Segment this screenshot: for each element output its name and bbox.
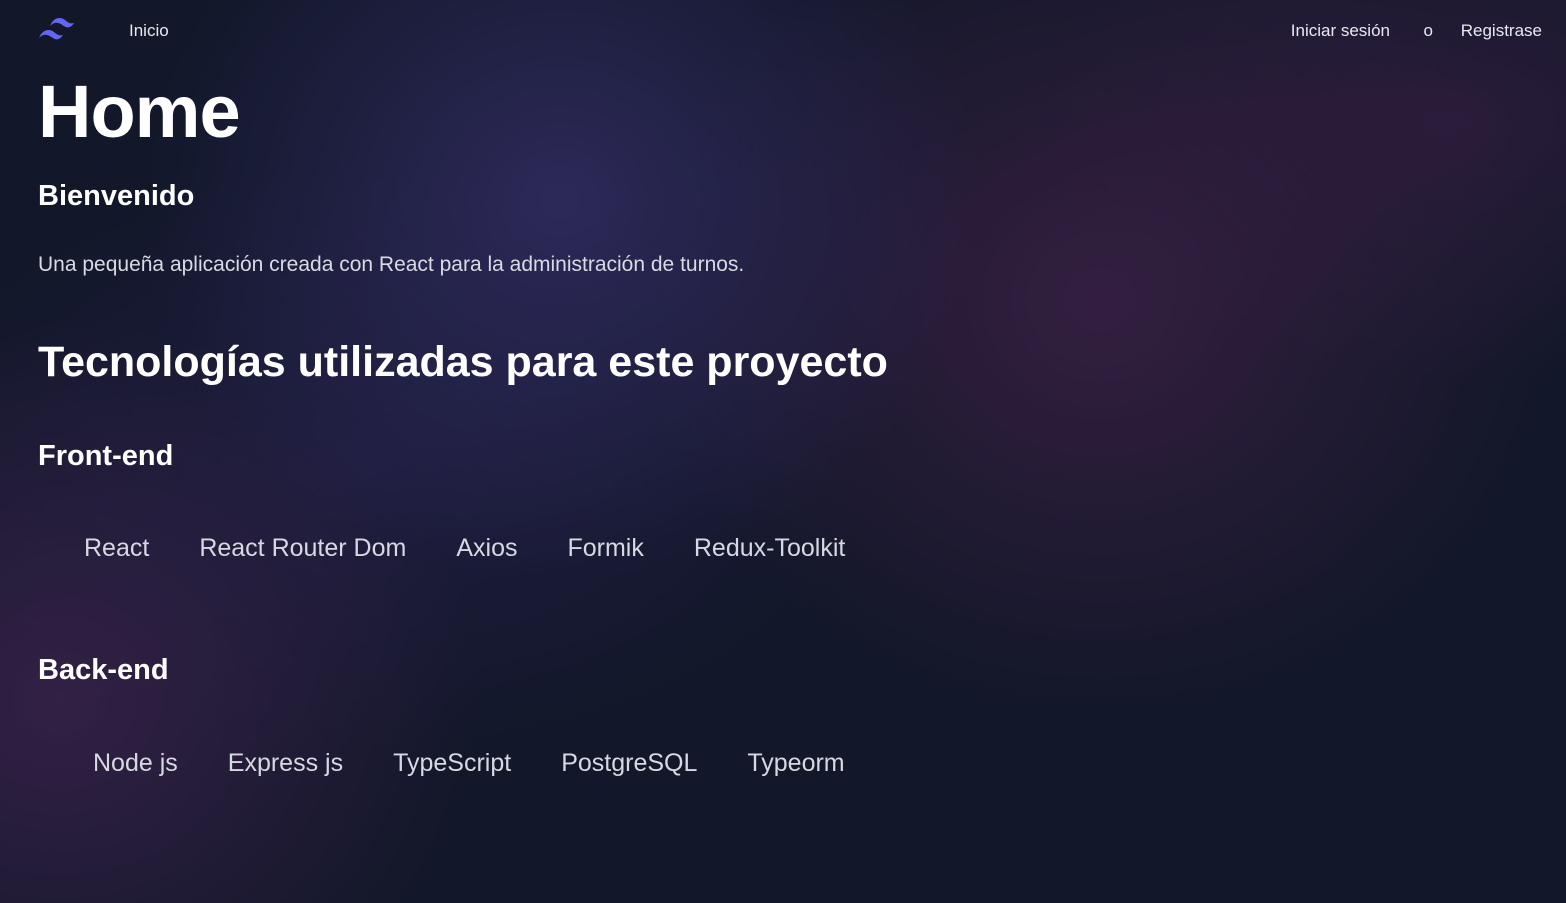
welcome-heading: Bienvenido	[38, 180, 195, 212]
backend-tech-item: Typeorm	[747, 749, 845, 777]
navbar: Inicio Iniciar sesión o Registrase	[0, 0, 1566, 62]
logo-icon[interactable]	[38, 16, 84, 44]
backend-tech-item: Express js	[227, 749, 344, 777]
technologies-heading: Tecnologías utilizadas para este proyect…	[38, 338, 888, 386]
frontend-tech-item: React Router Dom	[199, 534, 407, 562]
frontend-tech-item: Formik	[567, 534, 644, 562]
frontend-tech-list: React React Router Dom Axios Formik Redu…	[84, 531, 895, 565]
backend-tech-item: TypeScript	[393, 749, 512, 777]
frontend-heading: Front-end	[38, 440, 174, 472]
backend-heading: Back-end	[38, 654, 169, 686]
frontend-tech-item: Axios	[456, 534, 518, 562]
nav-login-link[interactable]: Iniciar sesión	[1291, 20, 1390, 42]
page-title: Home	[38, 70, 241, 153]
nav-home-link[interactable]: Inicio	[129, 20, 169, 42]
frontend-tech-item: React	[84, 534, 150, 562]
nav-register-link[interactable]: Registrase	[1461, 20, 1542, 42]
nav-separator-text: o	[1423, 21, 1433, 40]
backend-tech-item: PostgreSQL	[561, 749, 698, 777]
backend-tech-item: Node js	[93, 749, 178, 777]
frontend-tech-item: Redux-Toolkit	[693, 534, 846, 562]
intro-text: Una pequeña aplicación creada con React …	[38, 253, 745, 276]
backend-tech-list: Node js Express js TypeScript PostgreSQL…	[93, 746, 895, 780]
